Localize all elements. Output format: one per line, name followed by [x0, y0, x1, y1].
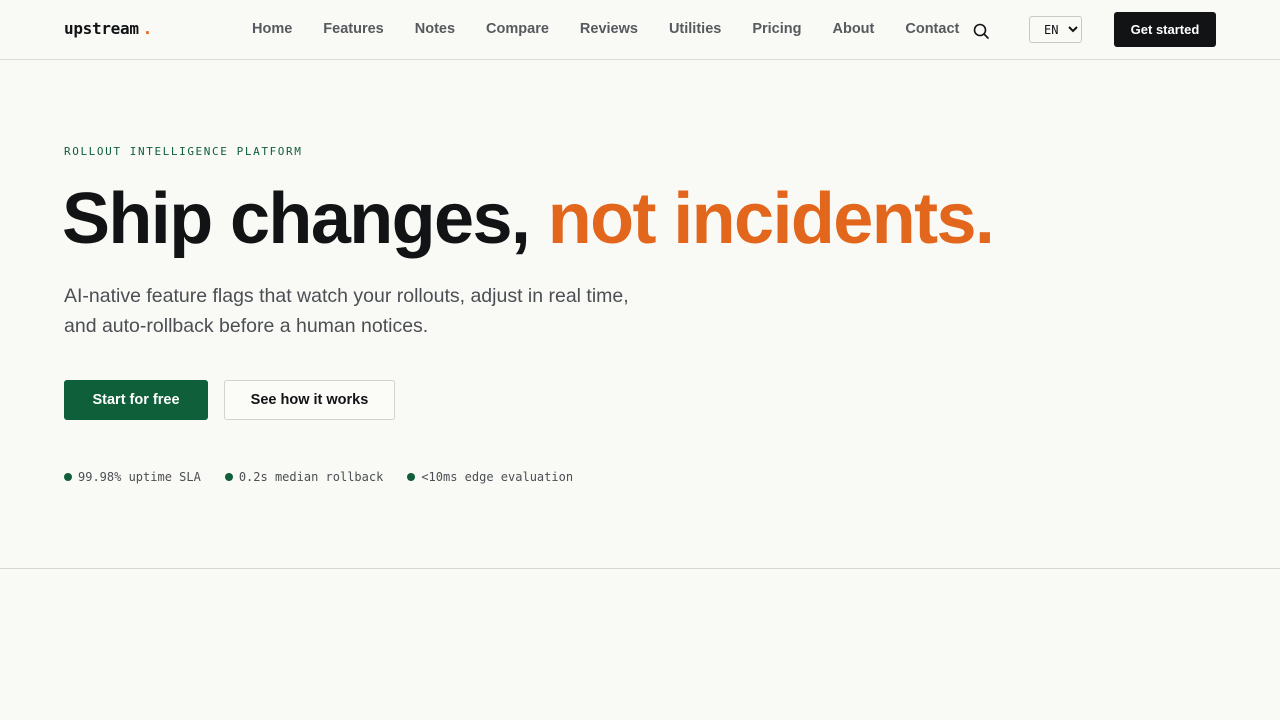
stat-label: 99.98% uptime SLA	[78, 470, 201, 484]
stat-label: <10ms edge evaluation	[421, 470, 574, 484]
nav-link-compare[interactable]: Compare	[470, 20, 564, 38]
stat-uptime: 99.98% uptime SLA	[64, 470, 201, 484]
logo[interactable]: upstream.	[64, 19, 152, 38]
hero-headline: Ship changes, not incidents.	[62, 176, 995, 262]
bullet-dot-icon	[407, 473, 416, 481]
stat-rollback: 0.2s median rollback	[224, 470, 384, 484]
search-icon	[973, 23, 989, 39]
hero-eyebrow: ROLLOUT INTELLIGENCE PLATFORM	[64, 145, 303, 158]
hero-stats: 99.98% uptime SLA 0.2s median rollback <…	[64, 470, 597, 484]
logo-text: upstream	[64, 19, 139, 38]
language-select[interactable]: EN	[1029, 16, 1082, 43]
start-for-free-button[interactable]: Start for free	[64, 380, 208, 420]
bullet-dot-icon	[224, 473, 233, 481]
logo-dot: .	[142, 19, 153, 38]
bullet-dot-icon	[64, 473, 72, 481]
hero-subhead: AI-native feature flags that watch your …	[64, 285, 629, 337]
nav-link-contact[interactable]: Contact	[889, 20, 974, 38]
nav-link-features[interactable]: Features	[307, 20, 398, 38]
see-how-it-works-button[interactable]: See how it works	[224, 380, 395, 420]
search-button[interactable]	[970, 20, 992, 42]
stat-label: 0.2s median rollback	[238, 470, 384, 484]
top-nav: upstream. Home Features Notes Compare Re…	[0, 0, 1280, 60]
nav-link-utilities[interactable]: Utilities	[653, 20, 736, 38]
nav-link-home[interactable]: Home	[236, 20, 307, 38]
nav-link-notes[interactable]: Notes	[399, 20, 470, 38]
get-started-button[interactable]: Get started	[1114, 12, 1216, 47]
nav-links: Home Features Notes Compare Reviews Util…	[236, 20, 974, 38]
section-divider	[0, 568, 1280, 569]
headline-main: Ship changes,	[62, 179, 531, 259]
nav-link-pricing[interactable]: Pricing	[736, 20, 816, 38]
stat-edge: <10ms edge evaluation	[407, 470, 573, 484]
nav-link-about[interactable]: About	[816, 20, 889, 38]
nav-link-reviews[interactable]: Reviews	[564, 20, 653, 38]
headline-accent: not incidents.	[547, 179, 995, 259]
